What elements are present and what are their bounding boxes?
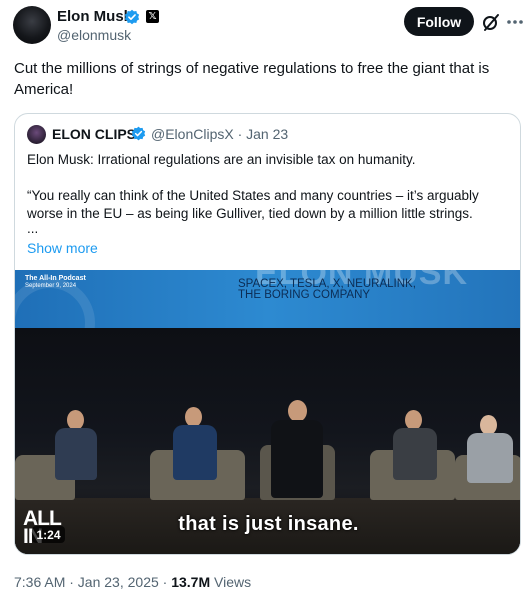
person <box>271 420 323 498</box>
quote-text-paragraph: “You really can think of the United Stat… <box>27 188 479 221</box>
screen-companies: SPACEX, TESLA, X, NEURALINK, THE BORING … <box>238 278 416 301</box>
timestamp[interactable]: 7:36 AM · Jan 23, 2025 · <box>14 574 171 590</box>
quote-verified-badge-icon <box>131 126 146 141</box>
stage-screen: ELON MUSK The All-In Podcast September 9… <box>15 270 520 368</box>
video-duration: 1:24 <box>32 526 65 543</box>
person-head <box>67 410 84 430</box>
follow-button[interactable]: Follow <box>404 7 474 36</box>
quote-ellipsis: ... <box>27 221 39 236</box>
person-head <box>185 407 202 427</box>
views-label: Views <box>210 574 252 590</box>
person-head <box>405 410 422 430</box>
quote-text-line: Elon Musk: Irrational regulations are an… <box>27 152 416 167</box>
author-avatar[interactable] <box>13 6 51 44</box>
grok-icon[interactable] <box>480 11 502 33</box>
person <box>55 428 97 480</box>
podcast-date: September 9, 2024 <box>25 283 77 289</box>
views-count: 13.7M <box>171 574 211 590</box>
quote-handle-date: @ElonClipsX · Jan 23 <box>151 126 289 142</box>
more-icon[interactable] <box>505 11 525 33</box>
video-caption: that is just insane. <box>178 513 359 535</box>
show-more-link[interactable]: Show more <box>27 239 98 257</box>
person-head <box>288 400 307 422</box>
person-head <box>480 415 497 435</box>
verified-badge-icon <box>124 9 140 25</box>
quote-author-name: ELON CLIPS <box>52 126 137 142</box>
tweet-meta: 7:36 AM · Jan 23, 2025 · 13.7M Views <box>14 574 251 591</box>
podcast-title: The All-In Podcast <box>25 275 86 282</box>
person <box>393 428 437 480</box>
video-player[interactable]: ELON MUSK The All-In Podcast September 9… <box>15 270 520 554</box>
author-handle[interactable]: @elonmusk <box>57 27 131 43</box>
x-affiliate-icon: 𝕏 <box>146 10 159 23</box>
author-name[interactable]: Elon Musk <box>57 8 132 26</box>
tweet-text: Cut the millions of strings of negative … <box>14 60 490 98</box>
person <box>467 433 513 483</box>
quoted-tweet-card[interactable]: ELON CLIPS @ElonClipsX · Jan 23 Elon Mus… <box>14 113 521 555</box>
quote-author-avatar <box>27 125 46 144</box>
person <box>173 425 217 480</box>
